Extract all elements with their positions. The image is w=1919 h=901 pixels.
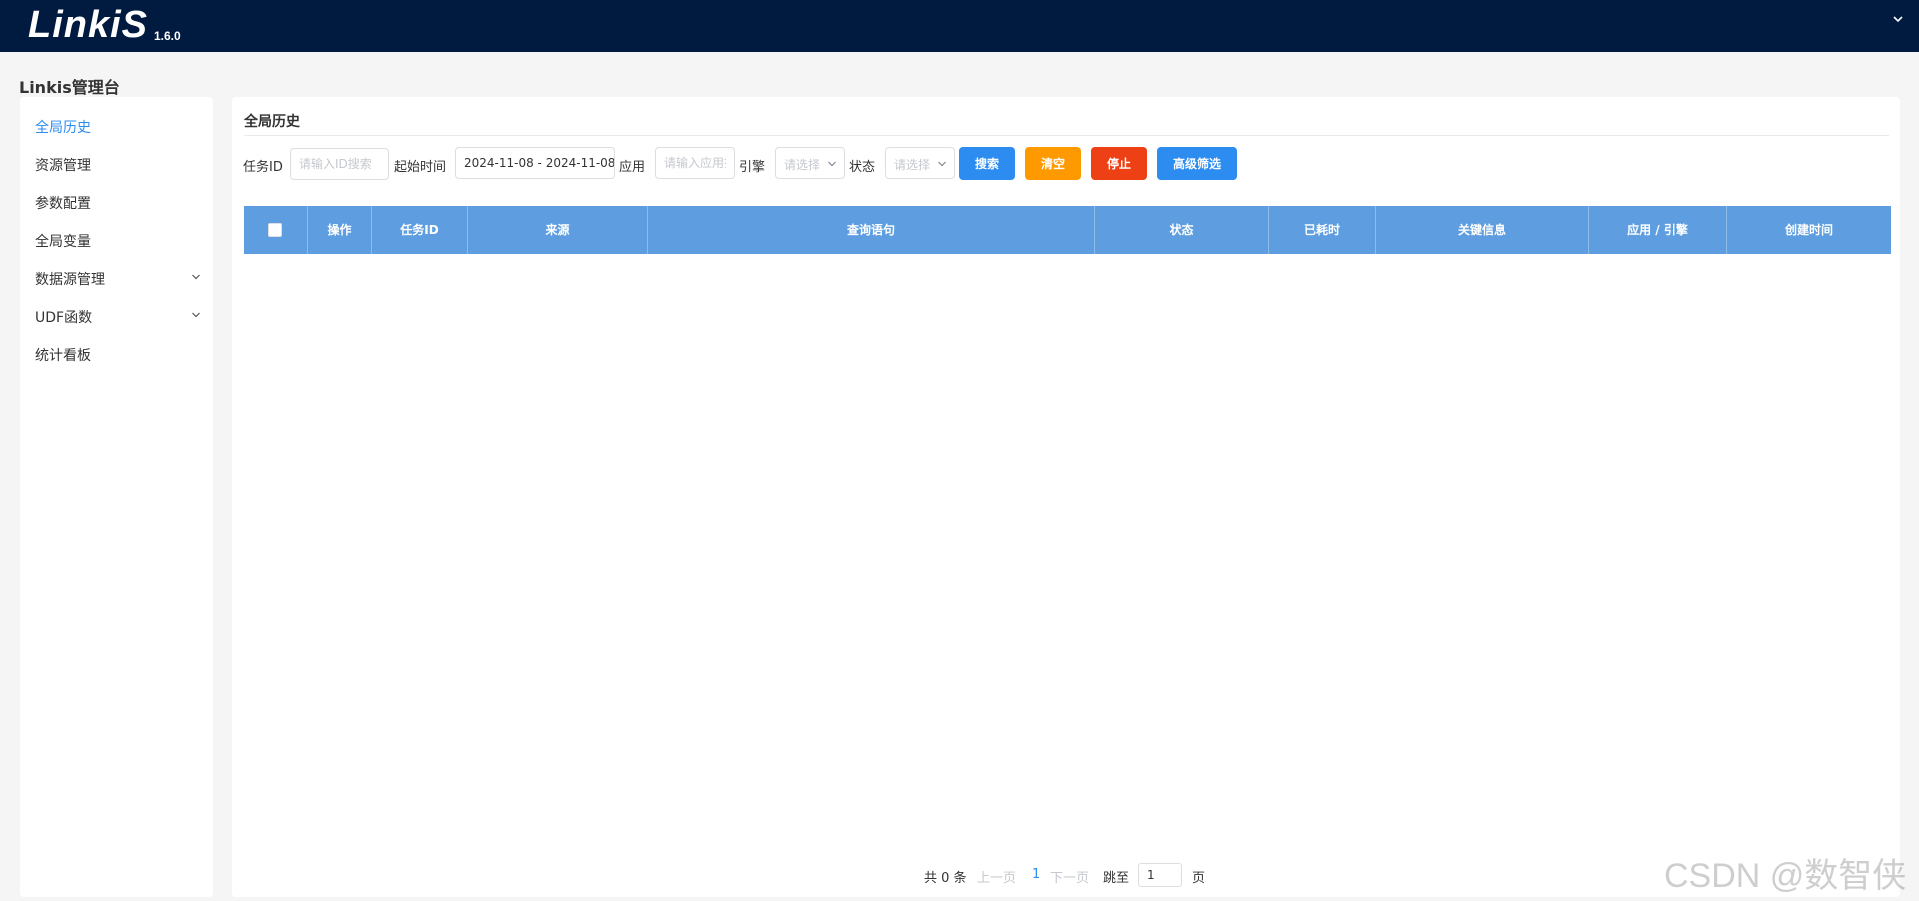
chevron-down-icon <box>828 161 836 167</box>
task-id-input[interactable] <box>290 148 389 180</box>
panel-title: 全局历史 <box>244 114 300 130</box>
sidebar-item-label: 全局历史 <box>35 120 91 136</box>
pagination-jump-input[interactable] <box>1138 863 1182 887</box>
column-header-key-info: 关键信息 <box>1376 206 1589 254</box>
search-button[interactable]: 搜索 <box>959 147 1015 180</box>
pagination-total: 共 0 条 <box>924 871 967 886</box>
select-all-checkbox[interactable] <box>268 223 282 237</box>
console-title: Linkis管理台 <box>19 78 120 97</box>
engine-select[interactable]: 请选择 <box>775 147 845 179</box>
status-select-placeholder: 请选择 <box>894 158 931 172</box>
app-label: 应用 <box>619 160 646 175</box>
column-header-source: 来源 <box>468 206 648 254</box>
sidebar-item-label: 全局变量 <box>35 234 91 250</box>
divider <box>244 135 1889 136</box>
main-panel: 全局历史 任务ID 起始时间 2024-11-08 - 2024-11-08 应… <box>232 97 1900 897</box>
stop-button[interactable]: 停止 <box>1091 147 1147 180</box>
sidebar-item-datasource-management[interactable]: 数据源管理 <box>20 258 213 296</box>
column-header-elapsed: 已耗时 <box>1269 206 1376 254</box>
pagination-jump-label: 跳至 <box>1103 871 1130 886</box>
sidebar-item-label: 统计看板 <box>35 348 91 364</box>
chevron-down-icon <box>938 161 946 167</box>
date-range-picker[interactable]: 2024-11-08 - 2024-11-08 <box>455 147 615 179</box>
status-label: 状态 <box>849 160 876 175</box>
column-header-app-engine: 应用 / 引擎 <box>1589 206 1727 254</box>
pagination-page-1[interactable]: 1 <box>1032 867 1040 882</box>
start-time-label: 起始时间 <box>394 160 447 175</box>
sidebar-item-statistics-dashboard[interactable]: 统计看板 <box>20 334 213 372</box>
advanced-filter-button[interactable]: 高级筛选 <box>1157 147 1237 180</box>
watermark: CSDN @数智侠 <box>1664 857 1907 895</box>
logo-text: LinkiS <box>28 4 149 46</box>
sidebar-item-label: UDF函数 <box>35 310 93 326</box>
sidebar-item-global-history[interactable]: 全局历史 <box>20 106 213 144</box>
history-table-header: 操作 任务ID 来源 查询语句 状态 已耗时 关键信息 应用 / 引擎 创建时间 <box>244 206 1891 254</box>
chevron-down-icon[interactable] <box>1891 12 1905 26</box>
chevron-down-icon <box>192 274 200 280</box>
sidebar-item-label: 参数配置 <box>35 196 91 212</box>
select-all-cell <box>244 206 308 254</box>
app-search-input[interactable] <box>655 147 735 179</box>
chevron-down-icon <box>192 312 200 318</box>
sidebar-item-udf-functions[interactable]: UDF函数 <box>20 296 213 334</box>
sidebar-item-global-variables[interactable]: 全局变量 <box>20 220 213 258</box>
column-header-query: 查询语句 <box>648 206 1095 254</box>
pagination-next[interactable]: 下一页 <box>1050 867 1089 886</box>
sidebar-item-parameter-config[interactable]: 参数配置 <box>20 182 213 220</box>
top-header: LinkiS 1.6.0 <box>0 0 1919 52</box>
status-select[interactable]: 请选择 <box>885 147 955 179</box>
task-id-label: 任务ID <box>243 160 283 175</box>
logo-version: 1.6.0 <box>154 29 181 43</box>
pagination-prev[interactable]: 上一页 <box>977 867 1016 886</box>
engine-label: 引擎 <box>739 160 766 175</box>
sidebar-item-resource-management[interactable]: 资源管理 <box>20 144 213 182</box>
column-header-status: 状态 <box>1095 206 1269 254</box>
engine-select-placeholder: 请选择 <box>784 158 821 172</box>
pagination-page-suffix: 页 <box>1192 871 1206 886</box>
sidebar: 全局历史 资源管理 参数配置 全局变量 数据源管理 UDF函数 统计看板 <box>20 97 213 897</box>
column-header-created-time: 创建时间 <box>1784 223 1833 237</box>
sidebar-item-label: 数据源管理 <box>35 272 105 288</box>
sidebar-item-label: 资源管理 <box>35 158 91 174</box>
column-header-action: 操作 <box>308 206 372 254</box>
column-header-task-id: 任务ID <box>372 206 468 254</box>
clear-button[interactable]: 清空 <box>1025 147 1081 180</box>
